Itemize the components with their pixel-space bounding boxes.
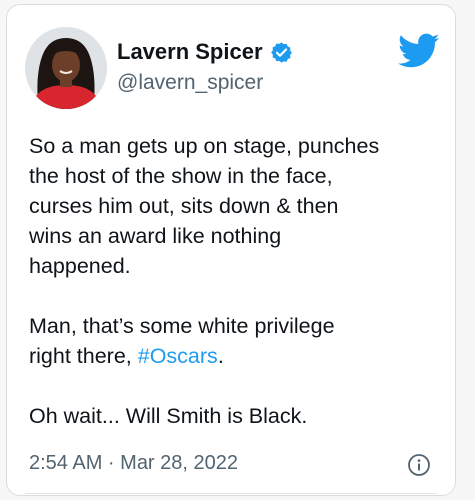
author-row: Lavern Spicer	[117, 38, 293, 66]
tweet-timestamp[interactable]: 2:54 AM · Mar 28, 2022	[29, 452, 238, 475]
tweet-paragraph: Man, that’s some white privilege right t…	[29, 311, 449, 371]
tweet-paragraph: So a man gets up on stage, punches the h…	[29, 134, 380, 278]
tweet-card: Lavern Spicer @lavern_spicer So a man ge…	[6, 4, 456, 496]
twitter-bird-icon[interactable]	[398, 33, 440, 69]
avatar[interactable]	[25, 27, 107, 109]
verified-badge-icon	[270, 41, 293, 64]
divider	[25, 493, 437, 494]
tweet-body: So a man gets up on stage, punches the h…	[29, 131, 449, 461]
author-handle[interactable]: @lavern_spicer	[117, 71, 263, 95]
tweet-text: .	[217, 344, 224, 368]
hashtag-link[interactable]: #Oscars	[138, 344, 218, 368]
author-name[interactable]: Lavern Spicer	[117, 39, 263, 65]
tweet-paragraph: Oh wait... Will Smith is Black.	[29, 404, 308, 428]
info-icon[interactable]	[407, 453, 431, 477]
